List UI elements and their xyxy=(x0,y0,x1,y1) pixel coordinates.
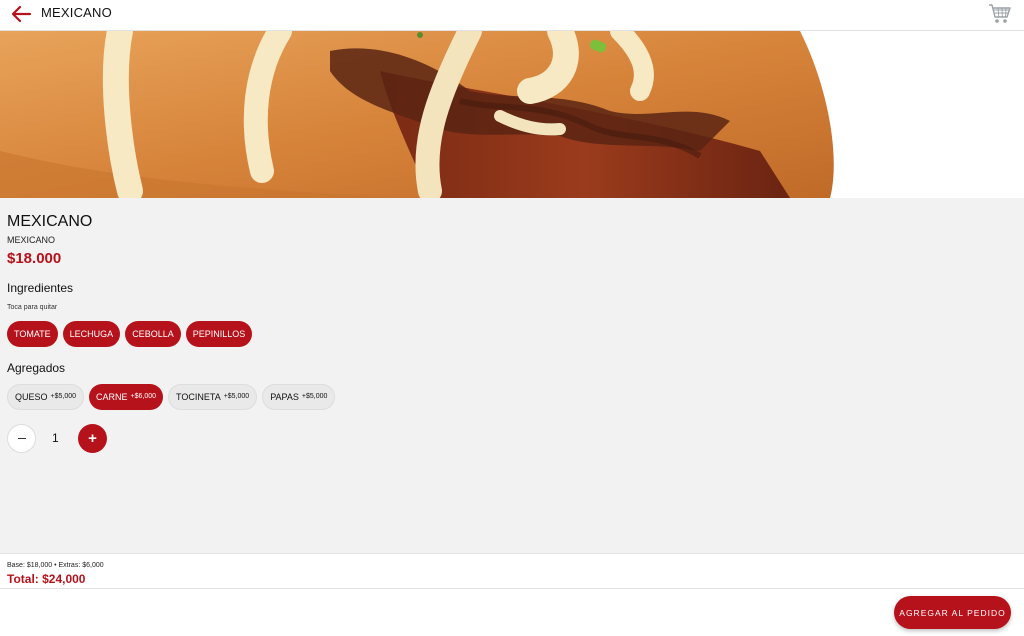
chip-label: CARNE xyxy=(96,392,128,402)
extra-chip-carne[interactable]: CARNE +$6,000 xyxy=(89,384,164,410)
plus-icon: + xyxy=(88,430,97,447)
chip-label: LECHUGA xyxy=(69,329,114,339)
ingredients-heading: Ingredientes xyxy=(7,281,74,295)
shopping-cart-icon xyxy=(989,4,1011,23)
ingredient-chip-pepinillos[interactable]: PEPINILLOS xyxy=(185,321,253,347)
product-name: MEXICANO xyxy=(7,213,93,230)
footer-bar: AGREGAR AL PEDIDO xyxy=(0,589,1024,636)
chip-price: +$6,000 xyxy=(130,392,157,400)
arrow-left-icon xyxy=(11,5,32,23)
quantity-increase-button[interactable]: + xyxy=(78,424,107,453)
product-details: MEXICANO MEXICANO $18.000 Ingredientes T… xyxy=(0,198,1024,553)
extras-heading: Agregados xyxy=(7,361,66,375)
summary-breakdown: Base: $18,000 • Extras: $6,000 xyxy=(7,562,104,569)
product-hero-image xyxy=(0,31,1024,198)
chip-label: TOMATE xyxy=(14,329,51,339)
quantity-decrease-button[interactable] xyxy=(7,424,36,453)
chip-price: +$5,000 xyxy=(301,392,328,400)
chip-label: PAPAS xyxy=(270,392,299,402)
ingredient-chip-tomate[interactable]: TOMATE xyxy=(7,321,58,347)
ingredients-hint: Toca para quitar xyxy=(7,304,58,311)
cart-button[interactable] xyxy=(988,2,1012,26)
add-to-order-button[interactable]: AGREGAR AL PEDIDO xyxy=(894,596,1011,629)
extras-chips: QUESO +$5,000 CARNE +$6,000 TOCINETA +$5… xyxy=(7,384,336,410)
chip-label: CEBOLLA xyxy=(132,329,174,339)
ingredient-chip-lechuga[interactable]: LECHUGA xyxy=(62,321,121,347)
extra-chip-queso[interactable]: QUESO +$5,000 xyxy=(7,384,85,410)
app-header: MEXICANO xyxy=(0,0,1024,31)
summary-total: Total: $24,000 xyxy=(7,572,86,586)
chip-price: +$5,000 xyxy=(223,392,250,400)
extra-chip-tocineta[interactable]: TOCINETA +$5,000 xyxy=(168,384,258,410)
order-summary: Base: $18,000 • Extras: $6,000 Total: $2… xyxy=(0,553,1024,589)
product-price: $18.000 xyxy=(7,250,62,267)
back-button[interactable] xyxy=(10,4,32,24)
chip-label: TOCINETA xyxy=(176,392,221,402)
product-subtitle: MEXICANO xyxy=(7,235,56,245)
ingredients-chips: TOMATE LECHUGA CEBOLLA PEPINILLOS xyxy=(7,321,253,347)
chip-label: QUESO xyxy=(15,392,48,402)
chip-label: PEPINILLOS xyxy=(192,329,246,339)
ingredient-chip-cebolla[interactable]: CEBOLLA xyxy=(125,321,181,347)
extra-chip-papas[interactable]: PAPAS +$5,000 xyxy=(262,384,336,410)
chip-price: +$5,000 xyxy=(50,392,77,400)
header-title: MEXICANO xyxy=(41,5,112,20)
quantity-value: 1 xyxy=(52,431,59,445)
minus-icon xyxy=(17,437,26,440)
hot-dog-photo xyxy=(0,31,1024,198)
